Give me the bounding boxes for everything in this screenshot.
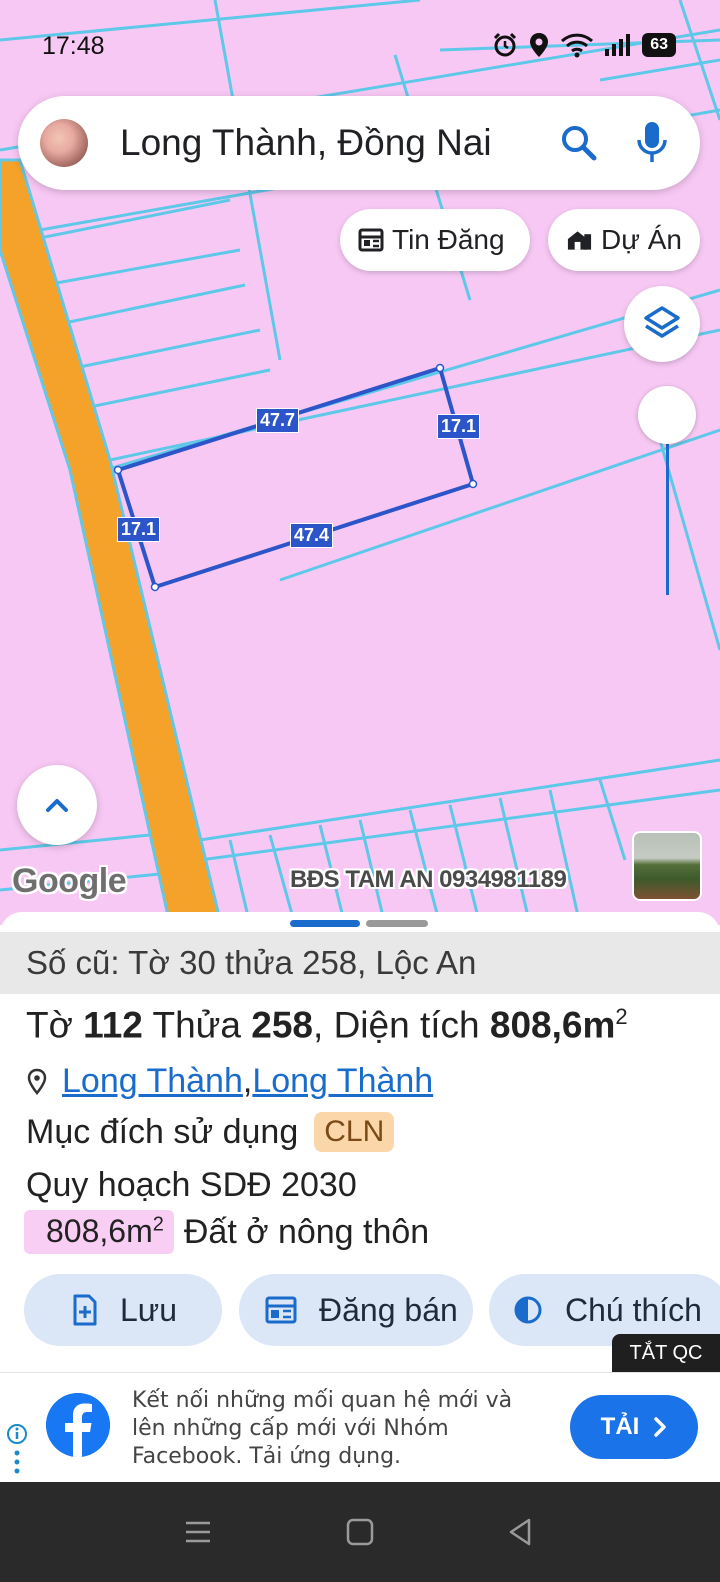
post-sale-button-label: Đăng bán — [319, 1291, 458, 1328]
sheet-prefix: Tờ — [26, 1004, 84, 1046]
land-use-badge: CLN — [314, 1112, 395, 1152]
location-link-commune[interactable]: Long Thành — [252, 1062, 433, 1101]
listings-chip[interactable]: Tin Đăng — [340, 209, 530, 271]
ad-text: Kết nối những mối quan hệ mới và lên nhữ… — [132, 1388, 513, 1469]
plan-area-sup: 2 — [152, 1213, 164, 1236]
projects-chip[interactable]: Dự Án — [548, 209, 700, 271]
location-link-district[interactable]: Long Thành — [62, 1062, 243, 1101]
layers-icon — [644, 306, 680, 338]
search-icon[interactable] — [560, 124, 598, 162]
newspaper-icon — [358, 228, 384, 252]
layers-button[interactable] — [624, 286, 700, 362]
plot-number: 258 — [251, 1004, 314, 1046]
search-bar[interactable]: Long Thành, Đồng Nai — [18, 96, 700, 190]
ad-banner[interactable]: Kết nối những mối quan hệ mới và lên nhữ… — [0, 1372, 720, 1482]
google-logo: Google — [12, 862, 127, 900]
selected-parcel — [113, 363, 478, 592]
ad-install-label: TẢI — [600, 1413, 640, 1440]
home-nav-icon[interactable] — [338, 1510, 382, 1554]
parcel-edge-label: 47.7 — [256, 408, 300, 433]
microphone-icon[interactable] — [634, 120, 670, 164]
more-options-icon[interactable] — [12, 1449, 22, 1475]
projects-chip-label: Dự Án — [601, 224, 682, 255]
parcel-edge-label: 47.4 — [290, 523, 334, 548]
chevron-up-icon — [46, 799, 68, 812]
plan-area-row: 808,6m2 Đất ở nông thôn — [24, 1208, 429, 1256]
status-icons: 63 — [492, 32, 676, 58]
ad-install-button[interactable]: TẢI — [570, 1395, 698, 1459]
newspaper-icon — [265, 1296, 297, 1324]
land-use: Mục đích sử dụng CLN — [26, 1112, 395, 1152]
contrast-icon — [514, 1296, 542, 1324]
listings-chip-label: Tin Đăng — [392, 224, 505, 255]
plan-label: Quy hoạch SDĐ 2030 — [26, 1166, 357, 1204]
save-button-label: Lưu — [120, 1291, 178, 1328]
search-input[interactable]: Long Thành, Đồng Nai — [120, 122, 492, 164]
building-icon — [567, 231, 592, 250]
opacity-slider-handle[interactable] — [638, 386, 696, 444]
chevron-right-icon — [654, 1417, 667, 1437]
file-add-icon — [73, 1294, 97, 1326]
avatar[interactable] — [40, 119, 88, 167]
sheet-number: 112 — [83, 1004, 143, 1046]
plot-prefix: Thửa — [142, 1004, 252, 1046]
post-sale-button[interactable]: Đăng bán — [239, 1274, 473, 1346]
signal-icon — [605, 34, 631, 56]
watermark-text: BĐS TAM AN 0934981189 — [290, 866, 567, 893]
plan-area-badge: 808,6m2 — [24, 1210, 174, 1254]
location-icon — [530, 33, 549, 57]
menu-nav-icon[interactable] — [176, 1510, 220, 1554]
facebook-logo-icon — [46, 1393, 110, 1457]
wifi-icon — [561, 33, 594, 58]
alarm-icon — [494, 32, 517, 57]
battery-indicator: 63 — [642, 33, 676, 57]
parcel-edge-label: 17.1 — [117, 517, 161, 542]
area-prefix: , Diện tích — [313, 1004, 490, 1046]
parcel-location: Long Thành, Long Thành — [26, 1062, 433, 1101]
map-pin-icon — [27, 1068, 47, 1095]
close-ad-button[interactable]: TẮT QC — [612, 1334, 720, 1372]
info-icon[interactable] — [6, 1423, 28, 1445]
parcel-summary: Tờ 112 Thửa 258, Diện tích 808,6m2 — [26, 1004, 628, 1046]
legend-button-label: Chú thích — [565, 1291, 702, 1328]
sheet-handle[interactable] — [366, 920, 428, 927]
street-view-thumbnail[interactable] — [632, 831, 702, 901]
plan-land-type: Đất ở nông thôn — [183, 1212, 430, 1251]
status-bar: 17:48 63 — [0, 0, 720, 95]
save-button[interactable]: Lưu — [24, 1274, 222, 1346]
expand-sheet-button[interactable] — [17, 765, 97, 845]
back-nav-icon[interactable] — [498, 1510, 542, 1554]
parcel-edge-label: 17.1 — [437, 414, 481, 439]
status-time: 17:48 — [42, 32, 105, 60]
system-navigation-bar — [0, 1482, 720, 1582]
map-view[interactable]: 47.7 17.1 17.1 47.4 17:48 63 Long Thành,… — [0, 0, 720, 925]
area-value: 808,6m — [489, 1004, 616, 1046]
parcel-info-sheet: Số cũ: Tờ 30 thửa 258, Lộc An Tờ 112 Thử… — [0, 912, 720, 1370]
old-parcel-number-text: Số cũ: Tờ 30 thửa 258, Lộc An — [26, 944, 477, 981]
land-use-label: Mục đích sử dụng — [26, 1112, 299, 1151]
old-parcel-number: Số cũ: Tờ 30 thửa 258, Lộc An — [0, 932, 720, 994]
area-unit-sup: 2 — [615, 1004, 628, 1029]
location-separator: , — [242, 1062, 253, 1100]
plan-area-value: 808,6m — [46, 1213, 153, 1249]
sheet-handle-active[interactable] — [290, 920, 360, 927]
